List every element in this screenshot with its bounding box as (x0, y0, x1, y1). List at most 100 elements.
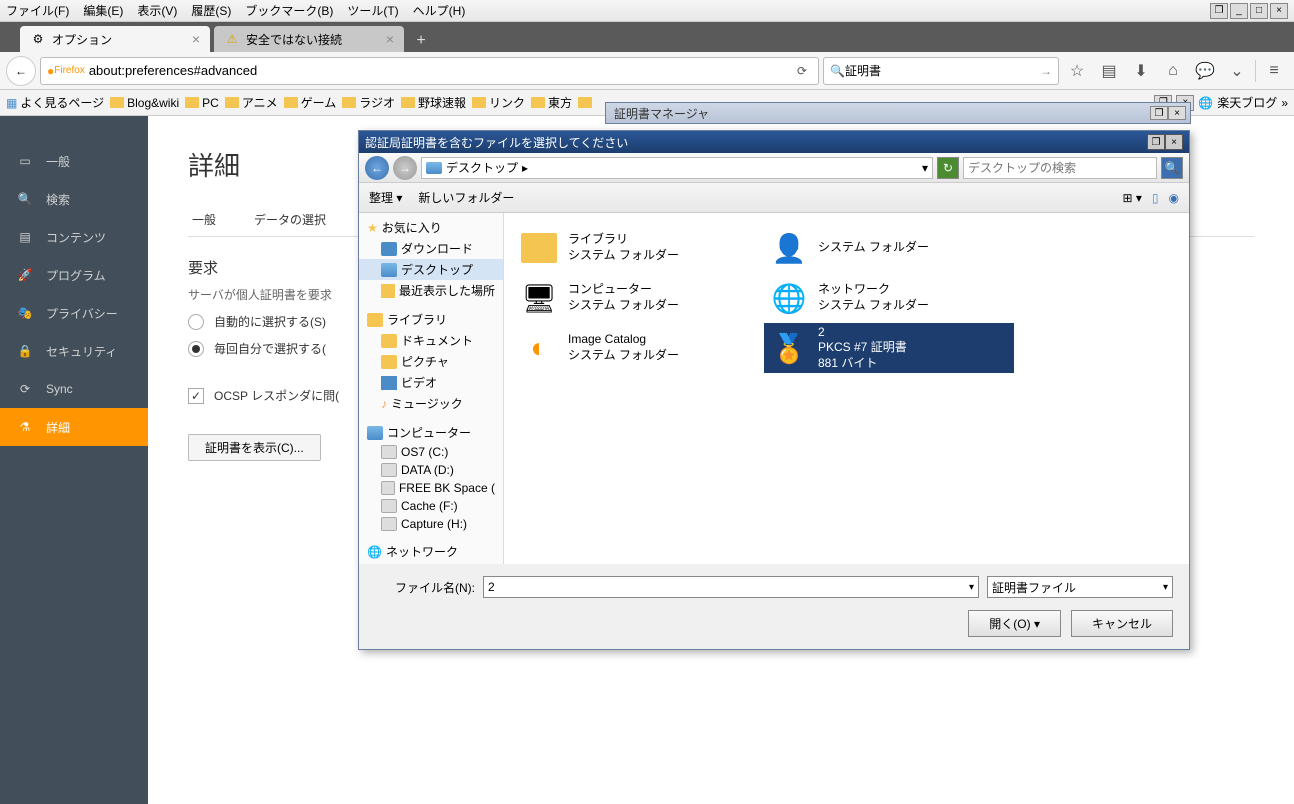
pocket-icon[interactable]: ⌄ (1223, 57, 1251, 85)
tree-downloads[interactable]: ダウンロード (359, 238, 503, 259)
tree-drive[interactable]: Capture (H:) (359, 515, 503, 533)
sidebar-item-content[interactable]: ▤コンテンツ (0, 218, 148, 256)
bookmark-folder[interactable]: ラジオ (342, 94, 395, 111)
filetype-combo[interactable]: 証明書ファイル▾ (987, 576, 1173, 598)
tree-drive[interactable]: DATA (D:) (359, 461, 503, 479)
view-mode-icon[interactable]: ⊞ ▾ (1122, 191, 1141, 205)
menu-file[interactable]: ファイル(F) (6, 2, 69, 19)
menu-bookmarks[interactable]: ブックマーク(B) (245, 2, 333, 19)
view-certificates-button[interactable]: 証明書を表示(C)... (188, 434, 321, 461)
tree-library[interactable]: ライブラリ (359, 309, 503, 330)
tree-pictures[interactable]: ピクチャ (359, 351, 503, 372)
preview-pane-icon[interactable]: ▯ (1152, 191, 1159, 205)
sidebar-item-security[interactable]: 🔒セキュリティ (0, 332, 148, 370)
tab-close-icon[interactable]: × (386, 31, 394, 47)
window-maximize-icon[interactable]: □ (1250, 3, 1268, 19)
preferences-sidebar: ▭一般 🔍検索 ▤コンテンツ 🚀プログラム 🎭プライバシー 🔒セキュリティ ⟳S… (0, 116, 148, 804)
home-icon[interactable]: ⌂ (1159, 57, 1187, 85)
sidebar-item-applications[interactable]: 🚀プログラム (0, 256, 148, 294)
cancel-button[interactable]: キャンセル (1071, 610, 1173, 637)
bookmark-folder[interactable]: アニメ (225, 94, 278, 111)
nav-forward-icon[interactable]: → (393, 156, 417, 180)
dialog-body: ★お気に入り ダウンロード デスクトップ 最近表示した場所 ライブラリ ドキュメ… (359, 213, 1189, 564)
menu-tools[interactable]: ツール(T) (347, 2, 398, 19)
organize-button[interactable]: 整理 ▾ (369, 189, 402, 206)
back-button[interactable]: ← (6, 56, 36, 86)
new-tab-button[interactable]: + (408, 30, 434, 52)
dialog-restore-icon[interactable]: ❐ (1147, 134, 1165, 150)
tree-videos[interactable]: ビデオ (359, 372, 503, 393)
reload-icon[interactable]: ⟳ (792, 64, 812, 78)
window-restore-small-icon[interactable]: ❐ (1210, 3, 1228, 19)
chat-icon[interactable]: 💬 (1191, 57, 1219, 85)
chevron-right-icon[interactable]: » (1281, 96, 1288, 110)
bookmark-folder[interactable] (578, 97, 592, 108)
url-input[interactable] (89, 63, 792, 78)
bookmark-folder[interactable]: PC (185, 96, 219, 110)
open-button[interactable]: 開く(O) ▾ (968, 610, 1061, 637)
bookmark-most-visited[interactable]: ▦よく見るページ (6, 94, 104, 111)
chevron-down-icon[interactable]: ▾ (922, 161, 928, 175)
menu-hamburger-icon[interactable]: ≡ (1260, 57, 1288, 85)
dialog-close-icon[interactable]: × (1165, 134, 1183, 150)
file-item-catalog[interactable]: ◐ Image Catalogシステム フォルダー (514, 323, 764, 373)
sidebar-item-advanced[interactable]: ⚗詳細 (0, 408, 148, 446)
tree-drive[interactable]: FREE BK Space ( (359, 479, 503, 497)
tree-drive[interactable]: Cache (F:) (359, 497, 503, 515)
tree-network[interactable]: 🌐ネットワーク (359, 541, 503, 562)
radio-manual[interactable] (188, 341, 204, 357)
tree-recent[interactable]: 最近表示した場所 (359, 280, 503, 301)
radio-auto[interactable] (188, 314, 204, 330)
sidebar-item-search[interactable]: 🔍検索 (0, 180, 148, 218)
search-go-icon[interactable]: → (1040, 64, 1052, 78)
window-minimize-icon[interactable]: _ (1230, 3, 1248, 19)
bookmark-folder[interactable]: 東方 (531, 94, 572, 111)
path-breadcrumb[interactable]: デスクトップ ▸ ▾ (421, 157, 933, 179)
window-close-icon[interactable]: × (1270, 3, 1288, 19)
refresh-icon[interactable]: ↻ (937, 157, 959, 179)
menu-history[interactable]: 履歴(S) (191, 2, 231, 19)
subtab-general[interactable]: 一般 (188, 203, 220, 236)
help-icon[interactable]: ◉ (1169, 191, 1179, 205)
sidebar-item-privacy[interactable]: 🎭プライバシー (0, 294, 148, 332)
search-input[interactable] (845, 64, 1040, 78)
downloads-icon[interactable]: ⬇ (1127, 57, 1155, 85)
file-item-cert[interactable]: 🏅 2PKCS #7 証明書881 バイト (764, 323, 1014, 373)
tab-insecure[interactable]: ⚠ 安全ではない接続 × (214, 26, 404, 52)
cert-close-icon[interactable]: × (1168, 106, 1186, 120)
bookmark-folder[interactable]: リンク (472, 94, 525, 111)
file-item-library[interactable]: ライブラリシステム フォルダー (514, 223, 764, 273)
dialog-search-input[interactable] (963, 157, 1157, 179)
tree-desktop[interactable]: デスクトップ (359, 259, 503, 280)
file-item-network[interactable]: 🌐 ネットワークシステム フォルダー (764, 273, 1014, 323)
sidebar-item-sync[interactable]: ⟳Sync (0, 370, 148, 408)
file-item-user[interactable]: 👤 システム フォルダー (764, 223, 1014, 273)
subtab-data[interactable]: データの選択 (250, 203, 330, 236)
menu-help[interactable]: ヘルプ(H) (413, 2, 466, 19)
tree-favorites[interactable]: ★お気に入り (359, 217, 503, 238)
filename-combo[interactable]: 2▾ (483, 576, 979, 598)
search-bar[interactable]: 🔍 → (823, 57, 1059, 85)
menu-edit[interactable]: 編集(E) (83, 2, 123, 19)
bookmark-folder[interactable]: Blog&wiki (110, 96, 179, 110)
reading-list-icon[interactable]: ▤ (1095, 57, 1123, 85)
menu-view[interactable]: 表示(V) (137, 2, 177, 19)
bookmark-rakuten[interactable]: 楽天ブログ (1217, 94, 1277, 111)
tree-music[interactable]: ♪ミュージック (359, 393, 503, 414)
search-icon[interactable]: 🔍 (1161, 157, 1183, 179)
url-bar[interactable]: ● Firefox ⟳ (40, 57, 819, 85)
bookmark-folder[interactable]: ゲーム (284, 94, 337, 111)
tree-computer[interactable]: コンピューター (359, 422, 503, 443)
sidebar-item-general[interactable]: ▭一般 (0, 142, 148, 180)
tree-drive[interactable]: OS7 (C:) (359, 443, 503, 461)
checkbox-ocsp[interactable]: ✓ (188, 388, 204, 404)
new-folder-button[interactable]: 新しいフォルダー (418, 189, 514, 206)
nav-back-icon[interactable]: ← (365, 156, 389, 180)
bookmark-folder[interactable]: 野球速報 (401, 94, 466, 111)
cert-restore-icon[interactable]: ❐ (1150, 106, 1168, 120)
tab-options[interactable]: ⚙ オプション × (20, 26, 210, 52)
tree-documents[interactable]: ドキュメント (359, 330, 503, 351)
file-item-computer[interactable]: 🖥 コンピューターシステム フォルダー (514, 273, 764, 323)
tab-close-icon[interactable]: × (192, 31, 200, 47)
bookmark-star-icon[interactable]: ☆ (1063, 57, 1091, 85)
